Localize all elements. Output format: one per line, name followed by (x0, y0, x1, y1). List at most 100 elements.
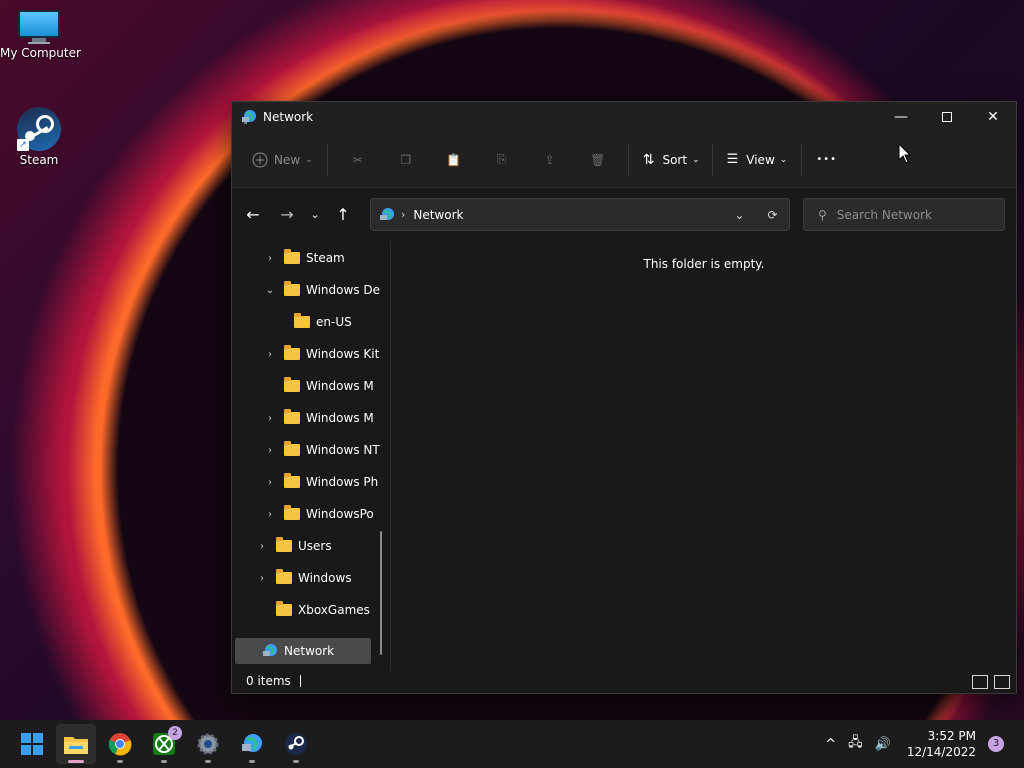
search-box[interactable]: ⚲ (803, 198, 1005, 231)
minimize-button[interactable]: — (878, 102, 924, 132)
network-icon (380, 207, 394, 220)
tree-item-windows-photo[interactable]: › Windows Ph (262, 466, 390, 498)
globe-icon (242, 734, 262, 752)
network-status-icon[interactable]: 🖧 (848, 733, 863, 755)
copy-button[interactable]: ❐ (382, 153, 430, 167)
address-bar[interactable]: › Network ⌄ ⟳ (370, 198, 790, 231)
tree-item-windows-kits[interactable]: › Windows Kit (262, 338, 390, 370)
more-options-button[interactable]: ••• (808, 144, 845, 176)
taskbar-settings[interactable] (188, 724, 228, 764)
mouse-cursor-icon (898, 143, 912, 164)
taskbar-file-explorer[interactable] (56, 724, 96, 764)
rename-icon: ⎘ (496, 152, 507, 166)
rename-button[interactable]: ⎘ (478, 152, 526, 167)
tree-item-windows[interactable]: › Windows (254, 562, 390, 594)
network-icon (263, 644, 277, 656)
network-icon (242, 110, 256, 124)
new-button[interactable]: New ⌄ (244, 144, 321, 176)
toolbar-separator (801, 143, 803, 176)
share-icon: ⇪ (544, 152, 555, 167)
navigation-pane[interactable]: › Steam ⌄ Windows De en-US › Windows Kit (232, 241, 390, 671)
tray-overflow-button[interactable]: ^ (825, 737, 836, 752)
start-button[interactable] (12, 724, 52, 764)
chevron-right-icon[interactable]: › (262, 349, 278, 360)
tree-item-windows-nt[interactable]: › Windows NT (262, 434, 390, 466)
gear-icon (197, 733, 219, 755)
chevron-right-icon[interactable]: › (262, 509, 278, 520)
toolbar-separator (326, 143, 328, 176)
clock[interactable]: 3:52 PM 12/14/2022 (907, 728, 976, 760)
folder-icon (284, 441, 300, 456)
search-icon: ⚲ (818, 207, 827, 222)
arrow-up-icon: ↑ (336, 204, 350, 224)
tree-item-windows-m-1[interactable]: Windows M (262, 370, 390, 402)
tree-item-users[interactable]: › Users (254, 530, 390, 562)
file-explorer-window: Network — ✕ New ⌄ ✂ ❐ 📋 ⎘ ⇪ 🗑 ⇅ Sort ⌄ ☰… (231, 101, 1017, 694)
desktop-icon-steam[interactable]: ↗ Steam (0, 107, 78, 167)
chevron-right-icon[interactable]: › (254, 541, 270, 552)
breadcrumb-network[interactable]: Network (413, 208, 463, 222)
chevron-down-icon[interactable]: ⌄ (262, 285, 278, 296)
folder-icon (284, 505, 300, 520)
tree-item-en-us[interactable]: en-US (278, 306, 390, 338)
tree-item-windows-defender[interactable]: ⌄ Windows De (262, 274, 390, 306)
volume-icon[interactable]: 🔊 (875, 737, 891, 752)
folder-icon (284, 249, 300, 264)
chevron-right-icon[interactable]: › (254, 573, 270, 584)
details-view-button[interactable] (972, 675, 988, 689)
title-bar[interactable]: Network — ✕ (232, 102, 1016, 132)
refresh-icon: ⟳ (767, 207, 778, 222)
sort-button[interactable]: ⇅ Sort ⌄ (635, 144, 708, 176)
chevron-right-icon[interactable]: › (262, 413, 278, 424)
pane-splitter[interactable] (390, 241, 391, 671)
sort-arrows-icon: ⇅ (642, 151, 655, 168)
close-button[interactable]: ✕ (970, 102, 1016, 132)
notification-center-badge[interactable]: 3 (988, 736, 1004, 752)
taskbar-network-app[interactable] (232, 724, 272, 764)
chevron-right-icon[interactable]: › (262, 253, 278, 264)
scissors-icon: ✂ (352, 152, 363, 167)
navigation-pane-scrollbar[interactable] (380, 531, 382, 655)
tree-item-label: Windows Kit (306, 347, 380, 361)
taskbar-steam[interactable] (276, 724, 316, 764)
folder-icon (294, 313, 310, 328)
chevron-down-icon: ⌄ (779, 154, 788, 165)
view-button[interactable]: ☰ View ⌄ (719, 144, 796, 176)
copy-icon: ❐ (400, 152, 412, 167)
monitor-icon (18, 10, 60, 44)
maximize-button[interactable] (924, 102, 970, 132)
chevron-right-icon[interactable]: › (262, 477, 278, 488)
paste-button[interactable]: 📋 (430, 153, 478, 167)
forward-button[interactable]: → (272, 199, 302, 229)
delete-button[interactable]: 🗑 (574, 153, 622, 167)
search-input[interactable] (836, 207, 997, 222)
share-button[interactable]: ⇪ (526, 153, 574, 167)
refresh-button[interactable]: ⟳ (756, 208, 789, 222)
folder-icon (276, 601, 292, 616)
chevron-right-icon[interactable]: › (262, 445, 278, 456)
desktop-icon-my-computer[interactable]: My Computer (0, 10, 81, 60)
folder-icon (276, 569, 292, 584)
new-label: New (274, 152, 301, 167)
shortcut-arrow-icon: ↗ (17, 139, 29, 151)
back-button[interactable]: ← (238, 199, 268, 229)
chevron-down-icon: ⌄ (305, 154, 313, 165)
tree-item-windows-m-2[interactable]: › Windows M (262, 402, 390, 434)
chevron-up-icon: ^ (825, 736, 837, 752)
large-icons-view-button[interactable] (994, 675, 1010, 689)
folder-icon (284, 281, 300, 296)
tree-item-network[interactable]: Network (235, 638, 371, 664)
tree-item-label: Windows De (306, 283, 381, 297)
tree-item-xboxgames[interactable]: XboxGames (254, 594, 390, 626)
taskbar-chrome[interactable] (100, 724, 140, 764)
tree-item-label: Users (298, 539, 332, 553)
close-icon: ✕ (987, 109, 999, 125)
xbox-notification-badge: 2 (168, 726, 182, 740)
up-button[interactable]: ↑ (328, 199, 358, 229)
cut-button[interactable]: ✂ (334, 153, 382, 167)
address-history-button[interactable]: ⌄ (723, 208, 756, 222)
taskbar-xbox[interactable]: 2 (144, 724, 184, 764)
tree-item-steam[interactable]: › Steam (262, 242, 390, 274)
recent-locations-button[interactable]: ⌄ (302, 199, 328, 229)
tree-item-windowspowershell[interactable]: › WindowsPo (262, 498, 390, 530)
